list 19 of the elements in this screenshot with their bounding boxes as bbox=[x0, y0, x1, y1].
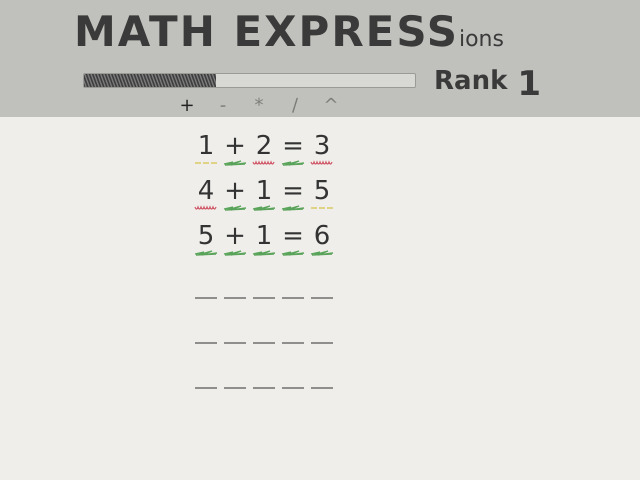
expression-symbol: + bbox=[224, 222, 246, 250]
expression-symbol: 4 bbox=[198, 177, 214, 205]
expression-symbol: 1 bbox=[198, 132, 214, 160]
expression-symbol: = bbox=[282, 222, 304, 250]
expression-symbol: 2 bbox=[256, 132, 272, 160]
expression-symbol: = bbox=[282, 132, 304, 160]
operator-button[interactable]: + bbox=[176, 92, 198, 119]
expression-symbol: 5 bbox=[198, 222, 214, 250]
expression-symbol: + bbox=[224, 177, 246, 205]
expression-symbol: 5 bbox=[314, 177, 330, 205]
expression-symbol: 3 bbox=[314, 132, 330, 160]
expression-symbol: 1 bbox=[256, 177, 272, 205]
expression-symbol: 6 bbox=[314, 222, 330, 250]
rank-value: 1 bbox=[517, 67, 542, 101]
expression-symbol: + bbox=[224, 132, 246, 160]
game-title: MATH EXPRESS ions bbox=[74, 6, 504, 58]
expression-symbol: = bbox=[282, 177, 304, 205]
expression-symbol: 1 bbox=[256, 222, 272, 250]
rank-label: Rank bbox=[434, 65, 508, 98]
